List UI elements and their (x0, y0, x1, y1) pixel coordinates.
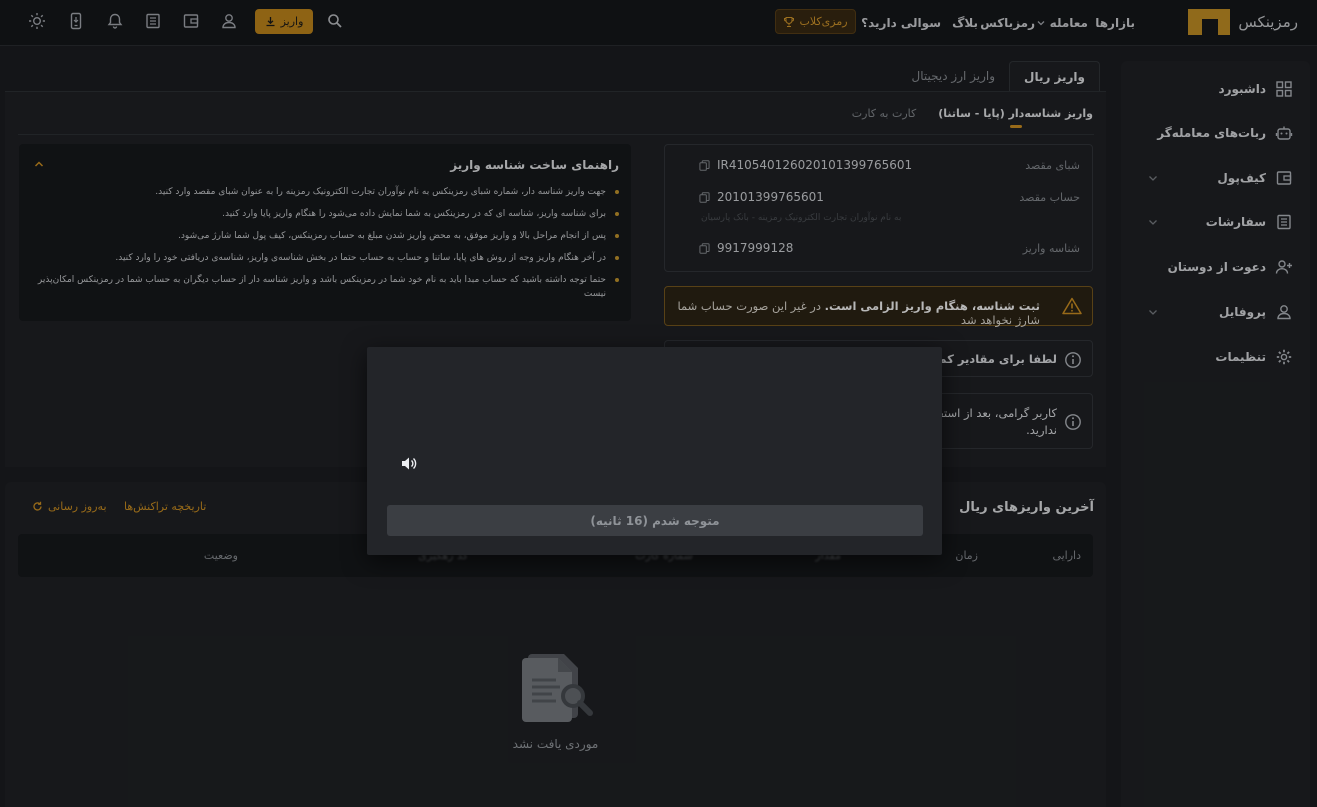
notice-modal: متوجه شدم (16 ثانیه) (367, 347, 942, 555)
speaker-icon[interactable] (400, 455, 417, 472)
acknowledge-button[interactable]: متوجه شدم (16 ثانیه) (387, 505, 923, 536)
